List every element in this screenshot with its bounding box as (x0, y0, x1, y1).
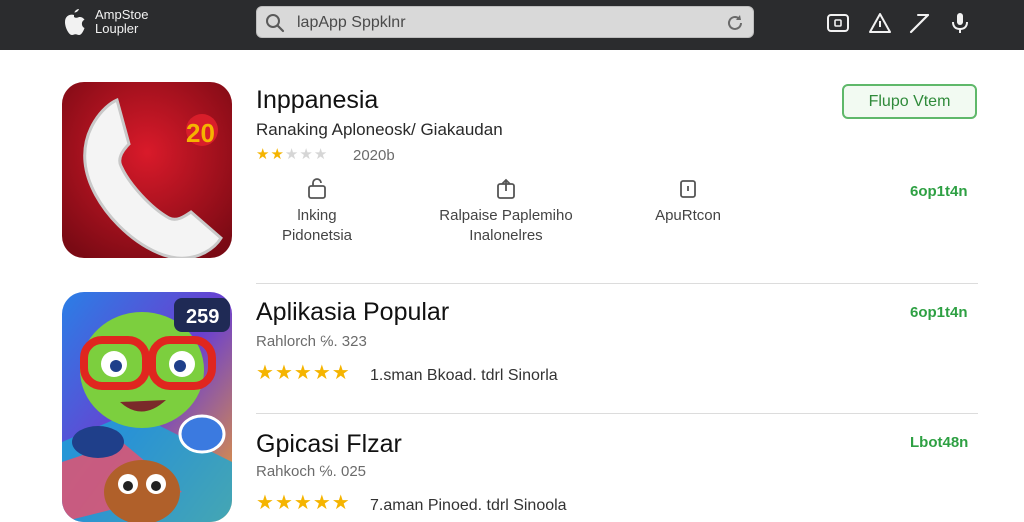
brand-line-2: Loupler (95, 21, 139, 36)
star-icon: ★ (293, 362, 312, 384)
lock-icon (308, 178, 326, 199)
brand-line-1: AmpStoe (95, 7, 149, 22)
refresh-icon[interactable] (725, 13, 745, 33)
feature-item-3[interactable]: ApuRtcon (636, 178, 740, 226)
star-icon: ★ (312, 362, 331, 384)
featured-app-icon[interactable]: 20 (62, 82, 232, 258)
feature-item-2[interactable]: Ralpaise Paplemiho Inalonelres (418, 178, 594, 246)
featured-action-button[interactable]: Flupo Vtem (842, 84, 977, 119)
feature-item-1[interactable]: lnking Pidonetsia (262, 178, 372, 246)
star-icon: ★ (299, 146, 313, 163)
featured-app-title[interactable]: Inppanesia (256, 86, 378, 115)
list-item-rating-stars: ★ ★ ★ ★ ★ (256, 493, 350, 513)
feature-1-line-1: lnking (297, 207, 337, 224)
feature-2-line-1: Ralpaise Paplemiho (439, 207, 573, 224)
list-item-rating-text: 1.sman Bkoad. tdrl Sinorla (370, 367, 558, 384)
store-brand[interactable]: AmpStoe Loupler (95, 8, 148, 36)
microphone-icon[interactable] (948, 12, 972, 34)
edit-icon[interactable] (908, 12, 932, 34)
star-icon: ★ (331, 492, 350, 514)
icon-badge: 20 (186, 118, 215, 148)
star-icon: ★ (256, 146, 270, 163)
list-item-meta: Rahkoch ℅. 025 (256, 463, 367, 480)
star-icon: ★ (256, 492, 274, 514)
search-input[interactable]: lapApp Sppklnr (297, 14, 406, 32)
top-bar: AmpStoe Loupler lapApp Sppklnr (0, 0, 1024, 50)
star-icon: ★ (270, 146, 284, 163)
divider (256, 283, 978, 284)
feature-2-line-2: Inalonelres (469, 227, 543, 244)
star-icon: ★ (312, 492, 331, 514)
screen-icon[interactable] (826, 12, 850, 34)
star-icon: ★ (284, 146, 299, 163)
list-item-install-label[interactable]: 6op1t4n (910, 304, 968, 321)
feature-3-line-1: ApuRtcon (655, 207, 721, 224)
share-icon (497, 178, 515, 199)
star-icon: ★ (313, 146, 328, 163)
list-item-meta: Rahlorch ℅. 323 (256, 333, 367, 350)
search-bar[interactable]: lapApp Sppklnr (256, 6, 754, 38)
featured-app-subtitle: Ranaking Aploneosk/ Giakaudan (256, 120, 503, 139)
featured-rating-count: 2020b (353, 147, 395, 164)
star-icon: ★ (274, 492, 293, 514)
list-item-title[interactable]: Gpicasi Flzar (256, 430, 402, 459)
phone-icon: 20 (62, 82, 232, 258)
star-icon: ★ (331, 362, 350, 384)
list-item-install-label[interactable]: Lbot48n (910, 434, 968, 451)
featured-rating-stars: ★ ★ ★ ★ ★ (256, 147, 327, 162)
device-icon (680, 180, 696, 198)
cartoon-game-icon: 259 (62, 292, 232, 522)
icon-badge: 259 (186, 306, 219, 328)
search-icon (266, 14, 285, 33)
list-item-rating-text: 7.aman Pinoed. tdrl Sinoola (370, 497, 567, 514)
star-icon: ★ (256, 362, 274, 384)
list-app-icon[interactable]: 259 (62, 292, 232, 522)
alert-icon[interactable] (868, 12, 892, 34)
featured-install-label[interactable]: 6op1t4n (910, 183, 968, 200)
star-icon: ★ (274, 362, 293, 384)
star-icon: ★ (293, 492, 312, 514)
divider (256, 413, 978, 414)
apple-logo-icon[interactable] (60, 7, 88, 37)
feature-1-line-2: Pidonetsia (281, 227, 353, 244)
list-item-title[interactable]: Aplikasia Popular (256, 298, 449, 327)
list-item-rating-stars: ★ ★ ★ ★ ★ (256, 363, 350, 383)
